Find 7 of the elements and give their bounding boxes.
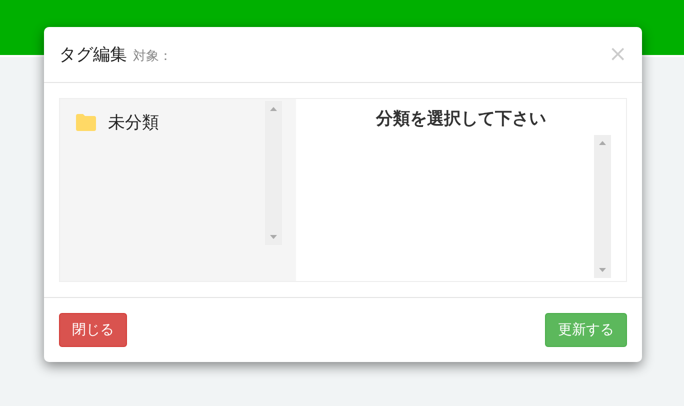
target-label: 対象： bbox=[133, 48, 172, 65]
folder-icon bbox=[76, 114, 96, 130]
category-item[interactable]: 未分類 bbox=[74, 100, 161, 144]
dialog-title: タグ編集 bbox=[59, 44, 127, 66]
update-button[interactable]: 更新する bbox=[545, 313, 627, 347]
panel-heading: 分類を選択して下さい bbox=[376, 108, 546, 131]
close-button[interactable]: 閉じる bbox=[59, 313, 127, 347]
